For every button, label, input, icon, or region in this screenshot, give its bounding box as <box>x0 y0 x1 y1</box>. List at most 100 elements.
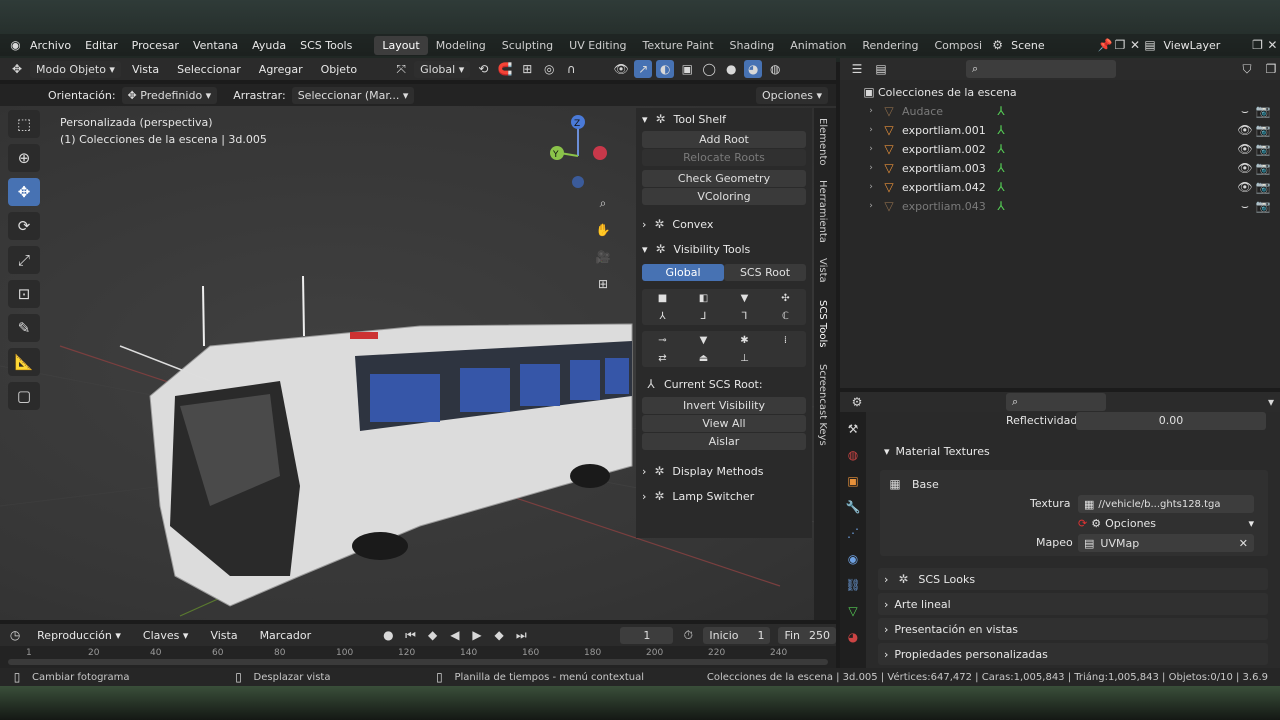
render-camera-icon[interactable]: 📷 <box>1254 121 1272 139</box>
render-camera-icon[interactable]: 📷 <box>1254 102 1272 120</box>
tab-elemento[interactable]: Elemento <box>817 118 828 166</box>
vis-spawn-icon[interactable]: ⊥ <box>724 349 765 367</box>
eye-icon[interactable]: 👁 <box>1236 178 1254 196</box>
properties-search-input[interactable]: ⌕ <box>1006 393 1106 411</box>
vis-hookup-icon[interactable]: ℂ <box>765 307 806 325</box>
arte-lineal-header[interactable]: › Arte lineal <box>878 593 1268 615</box>
vis-cone-icon[interactable]: ▼ <box>683 331 724 349</box>
mode-dropdown[interactable]: Modo Objeto ▾ <box>30 60 121 78</box>
tab-modeling[interactable]: Modeling <box>428 36 494 55</box>
menu-vista[interactable]: Vista <box>125 63 166 76</box>
refresh-icon[interactable]: ⟳ <box>1078 517 1087 530</box>
menu-ayuda[interactable]: Ayuda <box>245 39 293 52</box>
physics-props-icon[interactable]: ◉ <box>844 550 862 568</box>
annotate-tool-icon[interactable]: ✎ <box>8 314 40 342</box>
orientation-dropdown[interactable]: ✥ Predefinido ▾ <box>121 86 218 104</box>
timeline-editor-icon[interactable]: ◷ <box>8 626 22 644</box>
vis-nav-icon[interactable]: ⇄ <box>642 349 683 367</box>
menu-editar[interactable]: Editar <box>78 39 125 52</box>
render-camera-icon[interactable]: 📷 <box>1254 159 1272 177</box>
blender-logo-icon[interactable]: ◉ <box>8 36 23 54</box>
properties-options-icon[interactable]: ▾ <box>1262 393 1280 411</box>
new-viewlayer-icon[interactable]: ❐ <box>1250 36 1265 54</box>
outliner-item[interactable]: › ▽ exportliam.043 ⅄ ⌣ 📷 <box>840 197 1280 215</box>
outliner-search-input[interactable]: ⌕ <box>966 60 1116 78</box>
grid-view-icon[interactable]: ⊞ <box>594 275 612 293</box>
xray-icon[interactable]: ▣ <box>678 60 696 78</box>
expand-chevron-icon[interactable]: › <box>862 197 880 215</box>
timeline-ruler[interactable]: 1 20 40 60 80 100 120 140 160 180 200 220 240 <box>0 646 836 668</box>
current-frame-field[interactable]: 1 <box>620 626 674 644</box>
opciones-dropdown[interactable]: ⟳ ⚙ Opciones ▾ <box>1078 514 1254 532</box>
tab-screencast-keys[interactable]: Screencast Keys <box>817 364 828 446</box>
start-frame-field[interactable]: Inicio 1 <box>703 626 771 644</box>
editor-type-icon[interactable]: ✥ <box>8 60 26 78</box>
menu-scs-tools[interactable]: SCS Tools <box>293 39 359 52</box>
menu-procesar[interactable]: Procesar <box>125 39 186 52</box>
scs-looks-header[interactable]: › ✲ SCS Looks <box>878 568 1268 590</box>
scale-tool-icon[interactable]: ⤢ <box>8 246 40 274</box>
vis-trigger-icon[interactable]: ⏏ <box>683 349 724 367</box>
transform-dropdown[interactable]: Global ▾ <box>414 60 471 78</box>
check-geometry-button[interactable]: Check Geometry <box>642 170 806 187</box>
display-methods-section[interactable]: › ✲ Display Methods <box>636 460 812 482</box>
render-camera-icon[interactable]: 📷 <box>1254 197 1272 215</box>
outliner-item[interactable]: › ▽ exportliam.001 ⅄ 👁 📷 <box>840 121 1280 139</box>
propiedades-header[interactable]: › Propiedades personalizadas <box>878 643 1268 665</box>
modifier-props-icon[interactable]: 🔧 <box>844 498 862 516</box>
play-icon[interactable]: ▶ <box>470 626 484 644</box>
tab-layout[interactable]: Layout <box>374 35 428 55</box>
tab-animation[interactable]: Animation <box>782 36 854 55</box>
vis-cube-icon[interactable]: ■ <box>642 289 683 307</box>
prev-keyframe-icon[interactable]: ◆ <box>426 626 440 644</box>
mapeo-field[interactable]: ▤ UVMap ✕ <box>1078 534 1254 552</box>
display-mode-icon[interactable]: ▤ <box>872 60 890 78</box>
timeline-scrollbar[interactable] <box>8 659 828 665</box>
vis-curve-icon[interactable]: ⊸ <box>642 331 683 349</box>
invert-visibility-button[interactable]: Invert Visibility <box>642 397 806 414</box>
render-camera-icon[interactable]: 📷 <box>1254 140 1272 158</box>
tab-shading[interactable]: Shading <box>722 36 783 55</box>
menu-agregar[interactable]: Agregar <box>252 63 310 76</box>
presentacion-header[interactable]: › Presentación en vistas <box>878 618 1268 640</box>
cursor-tool-icon[interactable]: ⊕ <box>8 144 40 172</box>
vcoloring-button[interactable]: VColoring <box>642 188 806 205</box>
filter-icon[interactable]: ⛉ <box>1238 60 1256 78</box>
textura-field[interactable]: ▦ //vehicle/b...ghts128.tga <box>1078 495 1254 513</box>
drag-dropdown[interactable]: Seleccionar (Mar... ▾ <box>291 86 415 104</box>
menu-marcador[interactable]: Marcador <box>253 629 319 642</box>
outliner-editor-icon[interactable]: ☰ <box>848 60 866 78</box>
end-frame-field[interactable]: Fin 250 <box>778 626 837 644</box>
menu-seleccionar[interactable]: Seleccionar <box>170 63 248 76</box>
vis-glass-icon[interactable]: ◧ <box>683 289 724 307</box>
rotate-tool-icon[interactable]: ⟳ <box>8 212 40 240</box>
menu-ventana[interactable]: Ventana <box>186 39 245 52</box>
transform-tool-icon[interactable]: ⊡ <box>8 280 40 308</box>
jump-start-icon[interactable]: ⏮ <box>403 626 417 644</box>
snap-icon[interactable]: 🧲 <box>496 60 514 78</box>
menu-vista-timeline[interactable]: Vista <box>203 629 244 642</box>
convex-section[interactable]: › ✲ Convex <box>636 213 812 235</box>
tab-compositing[interactable]: Composi <box>926 36 990 55</box>
tab-texture-paint[interactable]: Texture Paint <box>635 36 722 55</box>
eye-icon[interactable]: 👁 <box>1236 159 1254 177</box>
expand-chevron-icon[interactable]: › <box>862 121 880 139</box>
vis-locator-icon[interactable]: ⅄ <box>642 307 683 325</box>
tool-props-icon[interactable]: ⚒ <box>844 420 862 438</box>
outliner-item[interactable]: › ▽ exportliam.042 ⅄ 👁 📷 <box>840 178 1280 196</box>
record-icon[interactable]: ● <box>381 626 395 644</box>
constraints-props-icon[interactable]: ⛓ <box>844 576 862 594</box>
vis-sign-icon[interactable]: ⁞ <box>765 331 806 349</box>
tab-uv-editing[interactable]: UV Editing <box>561 36 634 55</box>
pin-icon[interactable]: 📌 <box>1098 36 1113 54</box>
jump-end-icon[interactable]: ⏭ <box>514 626 528 644</box>
view-all-button[interactable]: View All <box>642 415 806 432</box>
tab-sculpting[interactable]: Sculpting <box>494 36 561 55</box>
tab-scs-tools[interactable]: SCS Tools <box>817 300 828 348</box>
lamp-switcher-section[interactable]: › ✲ Lamp Switcher <box>636 485 812 507</box>
expand-chevron-icon[interactable]: › <box>862 159 880 177</box>
reflectividad-field[interactable]: 0.00 <box>1076 412 1266 430</box>
vis-model-icon[interactable]: ⅂ <box>724 307 765 325</box>
scene-icon[interactable]: ⚙ <box>990 36 1005 54</box>
outliner-item[interactable]: › ▽ Audace ⅄ ⌣ 📷 <box>840 102 1280 120</box>
